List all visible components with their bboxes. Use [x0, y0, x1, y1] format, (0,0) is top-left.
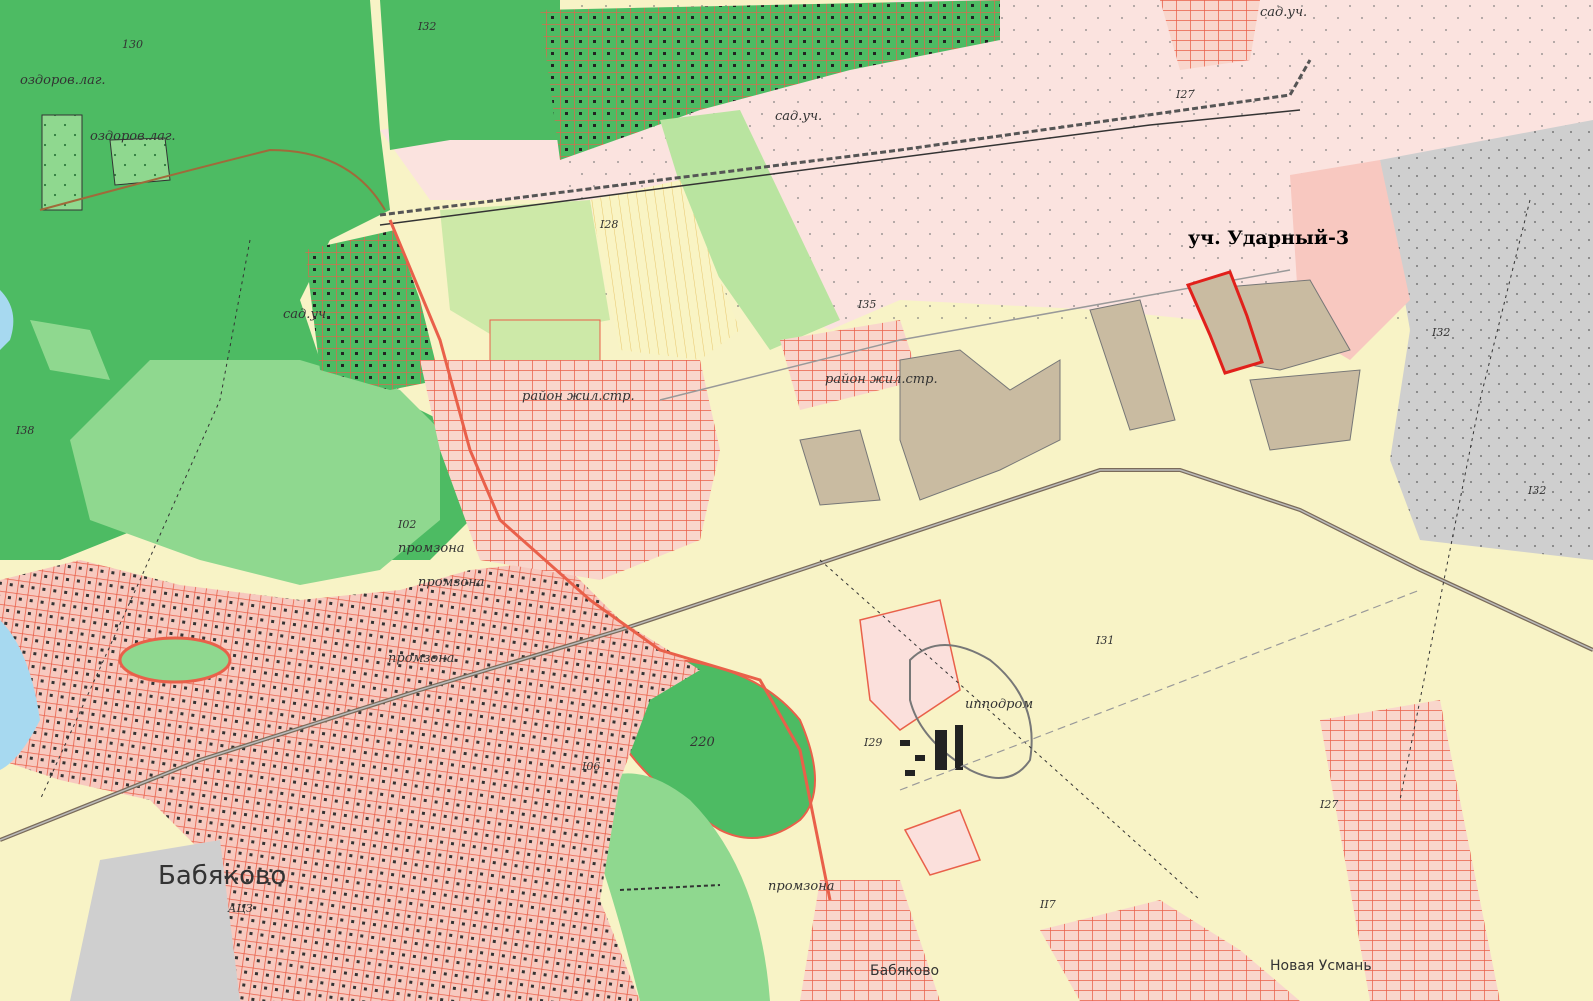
label-industrial-3: промзона	[388, 651, 455, 666]
label-hippodrome: ипподром	[965, 697, 1033, 712]
label-town-babyakovo: Бабяково	[158, 861, 286, 891]
label-garden-2: сад.уч.	[283, 307, 330, 322]
label-industrial-4: промзона	[768, 879, 835, 894]
label-housing-2: район жил.стр.	[825, 372, 938, 387]
forest-north-top	[380, 0, 560, 150]
height-132a: I32	[417, 20, 436, 33]
label-housing-1: район жил.стр.	[522, 389, 635, 404]
label-novaya-usman: Новая Усмань	[1270, 958, 1372, 974]
label-garden-1: сад.уч.	[775, 109, 822, 124]
parcel-label: уч. Ударный-3	[1188, 227, 1349, 249]
topographic-map[interactable]: уч. Ударный-3 Бабяково Бабяково Новая Ус…	[0, 0, 1593, 1001]
height-129: I29	[863, 736, 882, 749]
label-town-babyakovo-small: Бабяково	[870, 963, 939, 979]
green-strip-2	[440, 200, 610, 340]
height-128: I28	[599, 218, 618, 231]
height-132c: I32	[1527, 484, 1546, 497]
height-127a: I27	[1175, 88, 1194, 101]
lake-babyakovo	[118, 636, 232, 684]
label-station: АЦЗ	[227, 902, 253, 915]
height-117: II7	[1039, 898, 1056, 911]
height-102: I02	[397, 518, 416, 531]
height-131: I31	[1095, 634, 1114, 647]
quarry-5	[1249, 369, 1361, 451]
label-camp-1: оздоров.лаг.	[20, 73, 106, 88]
camp-area-1	[41, 114, 83, 211]
label-industrial-2: промзона	[418, 575, 485, 590]
height-132b: I32	[1431, 326, 1450, 339]
label-camp-2: оздоров.лаг.	[90, 129, 176, 144]
industrial-gray-east	[1380, 120, 1593, 560]
height-127b: I27	[1319, 798, 1338, 811]
height-106: I06	[581, 760, 600, 773]
label-industrial-1: промзона	[398, 541, 465, 556]
height-130: 130	[122, 38, 143, 51]
height-220: 220	[689, 735, 715, 750]
height-135: I35	[857, 298, 876, 311]
height-138: I38	[15, 424, 34, 437]
label-garden-3: сад.уч.	[1260, 5, 1307, 20]
